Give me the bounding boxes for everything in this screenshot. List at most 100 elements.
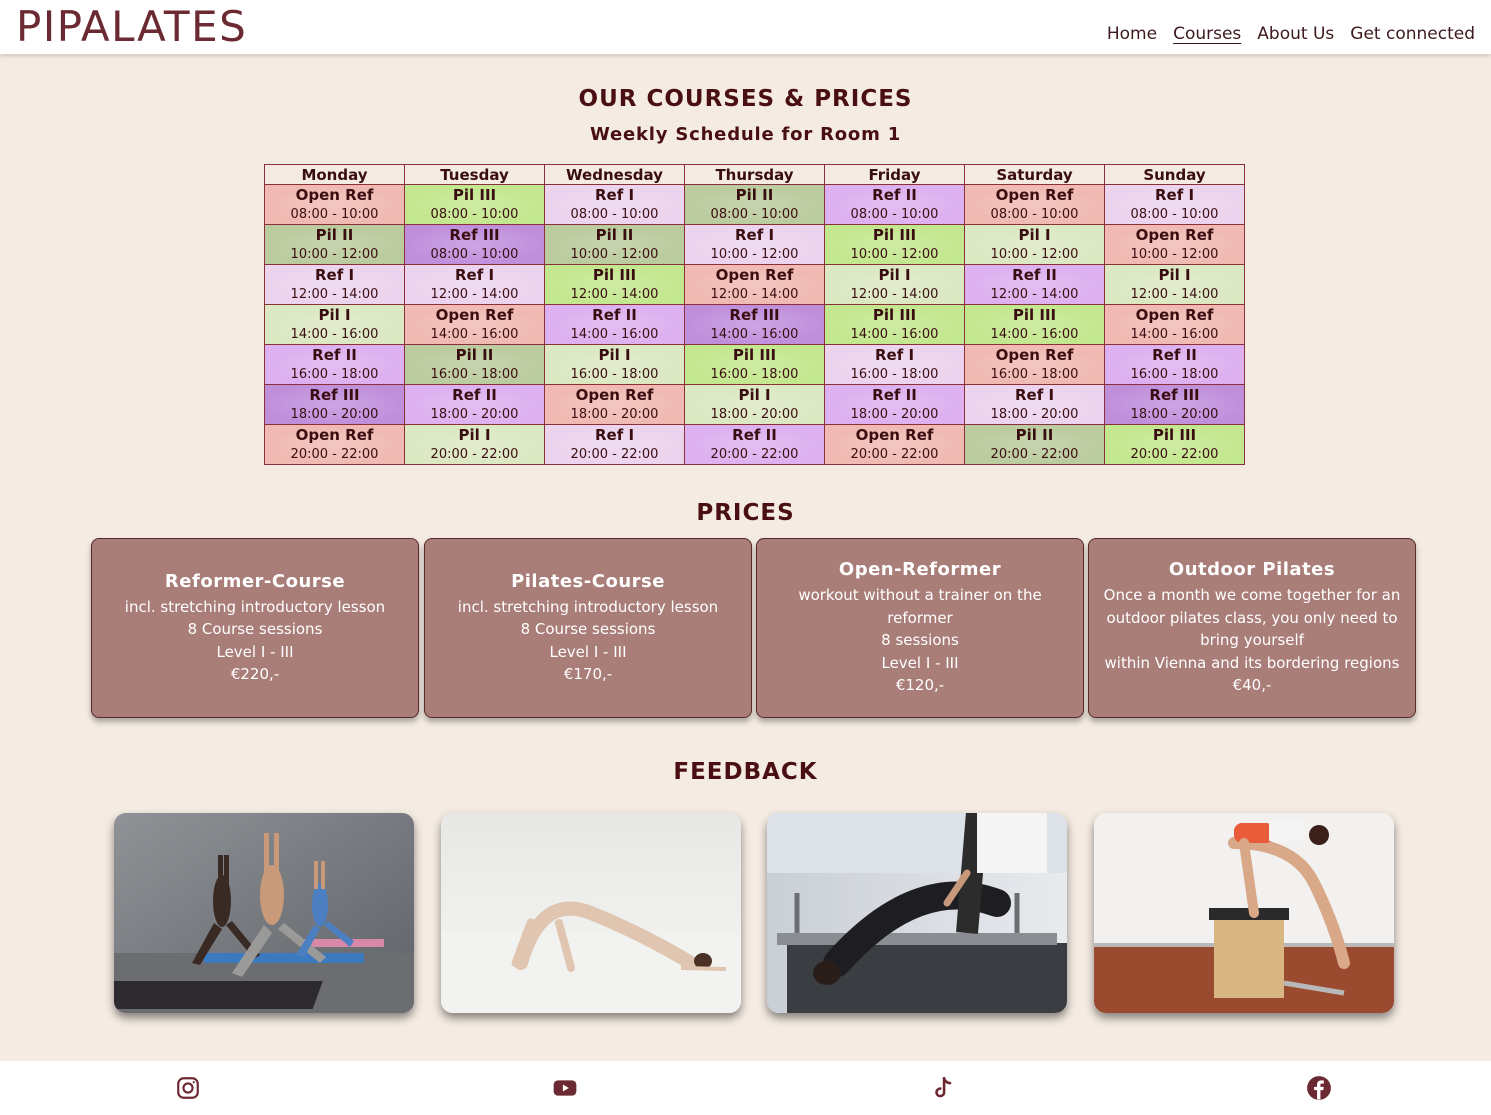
day-header-wednesday: Wednesday xyxy=(544,164,685,185)
schedule-cell: Pil I 16:00 - 18:00 xyxy=(544,344,685,385)
schedule-cell: Ref II 16:00 - 18:00 xyxy=(264,344,405,385)
price-card-reformer-course: Reformer-Course incl. stretching introdu… xyxy=(91,538,419,718)
class-name: Open Ref xyxy=(295,185,374,204)
schedule-cell: Pil II 16:00 - 18:00 xyxy=(404,344,545,385)
schedule-cell: Open Ref 12:00 - 14:00 xyxy=(684,264,825,305)
class-time: 14:00 - 16:00 xyxy=(430,326,519,342)
schedule-cell: Ref I 12:00 - 14:00 xyxy=(264,264,405,305)
day-header-saturday: Saturday xyxy=(964,164,1105,185)
class-time: 18:00 - 20:00 xyxy=(710,406,799,422)
schedule-cell: Pil I 20:00 - 22:00 xyxy=(404,424,545,465)
class-time: 14:00 - 16:00 xyxy=(290,326,379,342)
class-name: Ref I xyxy=(1154,185,1195,204)
schedule-cell: Open Ref 20:00 - 22:00 xyxy=(264,424,405,465)
facebook-icon[interactable] xyxy=(1306,1075,1332,1101)
class-time: 08:00 - 10:00 xyxy=(430,206,519,222)
price-card-title: Reformer-Course xyxy=(164,570,346,592)
schedule-cell: Open Ref 16:00 - 18:00 xyxy=(964,344,1105,385)
schedule-cell: Ref II 18:00 - 20:00 xyxy=(404,384,545,425)
class-name: Open Ref xyxy=(575,385,654,404)
class-time: 12:00 - 14:00 xyxy=(710,286,799,302)
feedback-gallery xyxy=(114,813,1395,1013)
class-name: Ref II xyxy=(1012,265,1057,284)
day-header-tuesday: Tuesday xyxy=(404,164,545,185)
class-name: Ref III xyxy=(729,305,780,324)
class-name: Open Ref xyxy=(995,185,1074,204)
schedule-cell: Ref I 12:00 - 14:00 xyxy=(404,264,545,305)
schedule-cell: Open Ref 08:00 - 10:00 xyxy=(264,184,405,225)
class-time: 20:00 - 22:00 xyxy=(290,446,379,462)
tiktok-icon[interactable] xyxy=(930,1075,956,1101)
schedule-cell: Ref II 08:00 - 10:00 xyxy=(824,184,965,225)
price-card-line: Level I - III xyxy=(549,642,627,661)
class-name: Ref I xyxy=(734,225,775,244)
schedule-cell: Open Ref 10:00 - 12:00 xyxy=(1104,224,1245,265)
class-name: Ref I xyxy=(1014,385,1055,404)
price-card-price: €220,- xyxy=(230,665,280,683)
schedule-row: Open Ref 20:00 - 22:00 Pil I 20:00 - 22:00 R… xyxy=(264,424,1245,465)
schedule-cell: Ref III 08:00 - 10:00 xyxy=(404,224,545,265)
schedule-cell: Ref II 12:00 - 14:00 xyxy=(964,264,1105,305)
class-name: Ref I xyxy=(874,345,915,364)
nav-get-connected[interactable]: Get connected xyxy=(1350,24,1475,44)
class-name: Ref III xyxy=(449,225,500,244)
class-name: Pil I xyxy=(318,305,351,324)
prices-title: PRICES xyxy=(696,500,795,526)
class-name: Pil III xyxy=(732,345,777,364)
price-card-title: Open-Reformer xyxy=(838,559,1002,581)
class-time: 16:00 - 18:00 xyxy=(430,366,519,382)
class-name: Pil I xyxy=(458,425,491,444)
class-name: Ref II xyxy=(732,425,777,444)
class-name: Pil I xyxy=(598,345,631,364)
class-name: Pil II xyxy=(1015,425,1054,444)
schedule-cell: Pil III 16:00 - 18:00 xyxy=(684,344,825,385)
schedule-cell: Ref III 18:00 - 20:00 xyxy=(264,384,405,425)
class-name: Pil II xyxy=(595,225,634,244)
yoga-group-photo xyxy=(114,813,414,1013)
class-time: 18:00 - 20:00 xyxy=(570,406,659,422)
instagram-icon[interactable] xyxy=(175,1075,201,1101)
class-name: Pil I xyxy=(1018,225,1051,244)
class-time: 10:00 - 12:00 xyxy=(570,246,659,262)
class-time: 10:00 - 12:00 xyxy=(990,246,1079,262)
class-name: Pil III xyxy=(872,225,917,244)
class-time: 08:00 - 10:00 xyxy=(430,246,519,262)
class-time: 08:00 - 10:00 xyxy=(290,206,379,222)
site-logo[interactable]: PIPALATES xyxy=(16,2,247,51)
class-time: 16:00 - 18:00 xyxy=(1130,366,1219,382)
class-name: Pil II xyxy=(735,185,774,204)
class-name: Pil III xyxy=(1152,425,1197,444)
class-name: Pil III xyxy=(872,305,917,324)
class-time: 12:00 - 14:00 xyxy=(570,286,659,302)
class-time: 20:00 - 22:00 xyxy=(570,446,659,462)
schedule-cell: Ref II 14:00 - 16:00 xyxy=(544,304,685,345)
class-time: 18:00 - 20:00 xyxy=(290,406,379,422)
class-time: 16:00 - 18:00 xyxy=(570,366,659,382)
youtube-icon[interactable] xyxy=(552,1075,578,1101)
class-name: Ref III xyxy=(1149,385,1200,404)
schedule-row: Ref II 16:00 - 18:00 Pil II 16:00 - 18:00 Pi… xyxy=(264,344,1245,385)
schedule-cell: Pil I 18:00 - 20:00 xyxy=(684,384,825,425)
day-header-friday: Friday xyxy=(824,164,965,185)
class-time: 08:00 - 10:00 xyxy=(1130,206,1219,222)
wunda-chair-photo xyxy=(1094,813,1394,1013)
nav-about-us[interactable]: About Us xyxy=(1257,24,1334,44)
price-card-price: €170,- xyxy=(563,665,613,683)
class-name: Pil II xyxy=(315,225,354,244)
nav-home[interactable]: Home xyxy=(1107,24,1157,44)
price-card-line: 8 Course sessions xyxy=(187,620,323,638)
schedule-cell: Ref II 16:00 - 18:00 xyxy=(1104,344,1245,385)
class-name: Open Ref xyxy=(715,265,794,284)
nav-courses[interactable]: Courses xyxy=(1173,24,1241,44)
schedule-row: Ref I 12:00 - 14:00 Ref I 12:00 - 14:00 Pil … xyxy=(264,264,1245,305)
class-time: 12:00 - 14:00 xyxy=(1130,286,1219,302)
class-name: Pil III xyxy=(452,185,497,204)
price-card-line: Once a month we come together for an out… xyxy=(1103,586,1401,650)
feedback-title: FEEDBACK xyxy=(673,759,818,785)
site-footer xyxy=(0,1061,1491,1115)
class-name: Ref I xyxy=(594,185,635,204)
schedule-cell: Open Ref 20:00 - 22:00 xyxy=(824,424,965,465)
class-time: 14:00 - 16:00 xyxy=(570,326,659,342)
price-card-outdoor-pilates: Outdoor Pilates Once a month we come tog… xyxy=(1088,538,1416,718)
reformer-bridge-photo xyxy=(767,813,1067,1013)
